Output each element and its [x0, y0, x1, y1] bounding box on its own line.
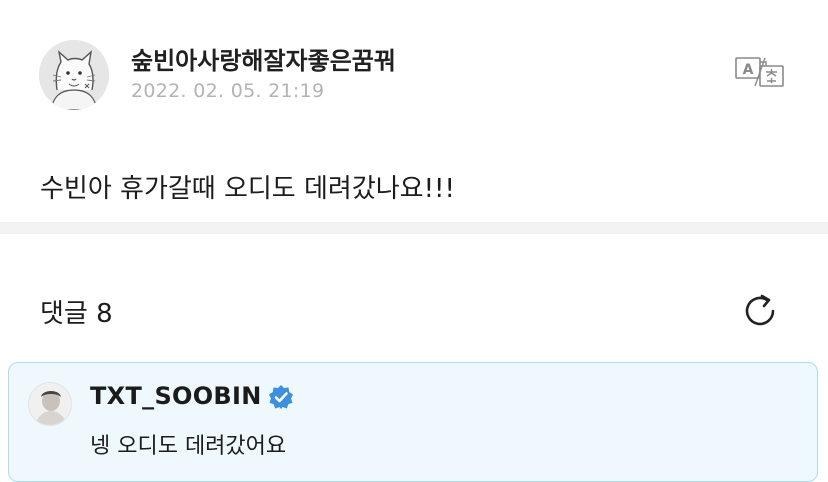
profile-photo-icon	[29, 383, 71, 425]
comment-text: 넹 오디도 데려갔어요	[90, 434, 287, 459]
translate-icon: A	[735, 57, 784, 87]
comment-count-label: 댓글 8	[40, 299, 113, 329]
comment-item	[8, 362, 818, 482]
verified-badge-icon	[268, 384, 294, 410]
comment-author-avatar[interactable]	[28, 382, 72, 426]
section-divider	[0, 222, 828, 234]
translate-button[interactable]: A	[733, 52, 787, 92]
refresh-button[interactable]	[740, 291, 780, 331]
refresh-icon	[745, 294, 775, 326]
post-author-name[interactable]: 숲빈아사랑해잘자좋은꿈꿔	[131, 41, 396, 76]
post-card: 숲빈아사랑해잘자좋은꿈꿔 2022. 02. 05. 21:19 A 수빈아 휴…	[0, 0, 828, 222]
comment-author-name[interactable]: TXT_SOOBIN	[90, 382, 262, 410]
cat-doodle-icon	[39, 40, 109, 110]
post-body-text: 수빈아 휴가갈때 오디도 데려갔나요!!!	[40, 174, 455, 204]
svg-text:A: A	[743, 62, 754, 78]
cat-doodle-avatar[interactable]	[39, 40, 109, 110]
post-date: 2022. 02. 05. 21:19	[131, 80, 325, 102]
